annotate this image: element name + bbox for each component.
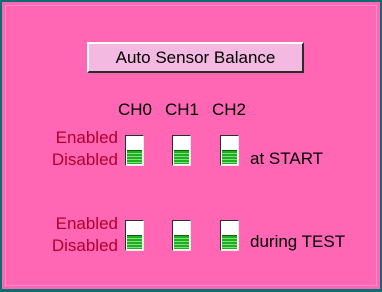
test-ch1-toggle[interactable] <box>172 220 191 251</box>
test-ch0-toggle[interactable] <box>125 220 144 251</box>
start-ch1-toggle[interactable] <box>172 135 191 166</box>
auto-sensor-balance-button[interactable]: Auto Sensor Balance <box>87 42 304 73</box>
toggle-knob <box>222 150 237 164</box>
disabled-label-test: Disabled <box>51 236 118 255</box>
channel-label-ch1: CH1 <box>165 100 200 119</box>
toggle-knob <box>174 150 189 164</box>
during-test-label: during TEST <box>250 232 346 251</box>
enabled-label-start: Enabled <box>55 128 118 147</box>
start-ch2-toggle[interactable] <box>220 135 239 166</box>
toggle-knob <box>127 150 142 164</box>
test-ch2-toggle[interactable] <box>220 220 239 251</box>
toggle-knob <box>174 235 189 249</box>
toggle-knob <box>127 235 142 249</box>
at-start-label: at START <box>250 149 324 168</box>
start-ch0-toggle[interactable] <box>125 135 144 166</box>
channel-label-ch0: CH0 <box>118 100 153 119</box>
disabled-label-start: Disabled <box>51 150 118 169</box>
channel-label-ch2: CH2 <box>212 100 247 119</box>
enabled-label-test: Enabled <box>55 214 118 233</box>
toggle-knob <box>222 235 237 249</box>
sensor-balance-panel: Auto Sensor Balance CH0 CH1 CH2 Enabled … <box>0 0 382 292</box>
